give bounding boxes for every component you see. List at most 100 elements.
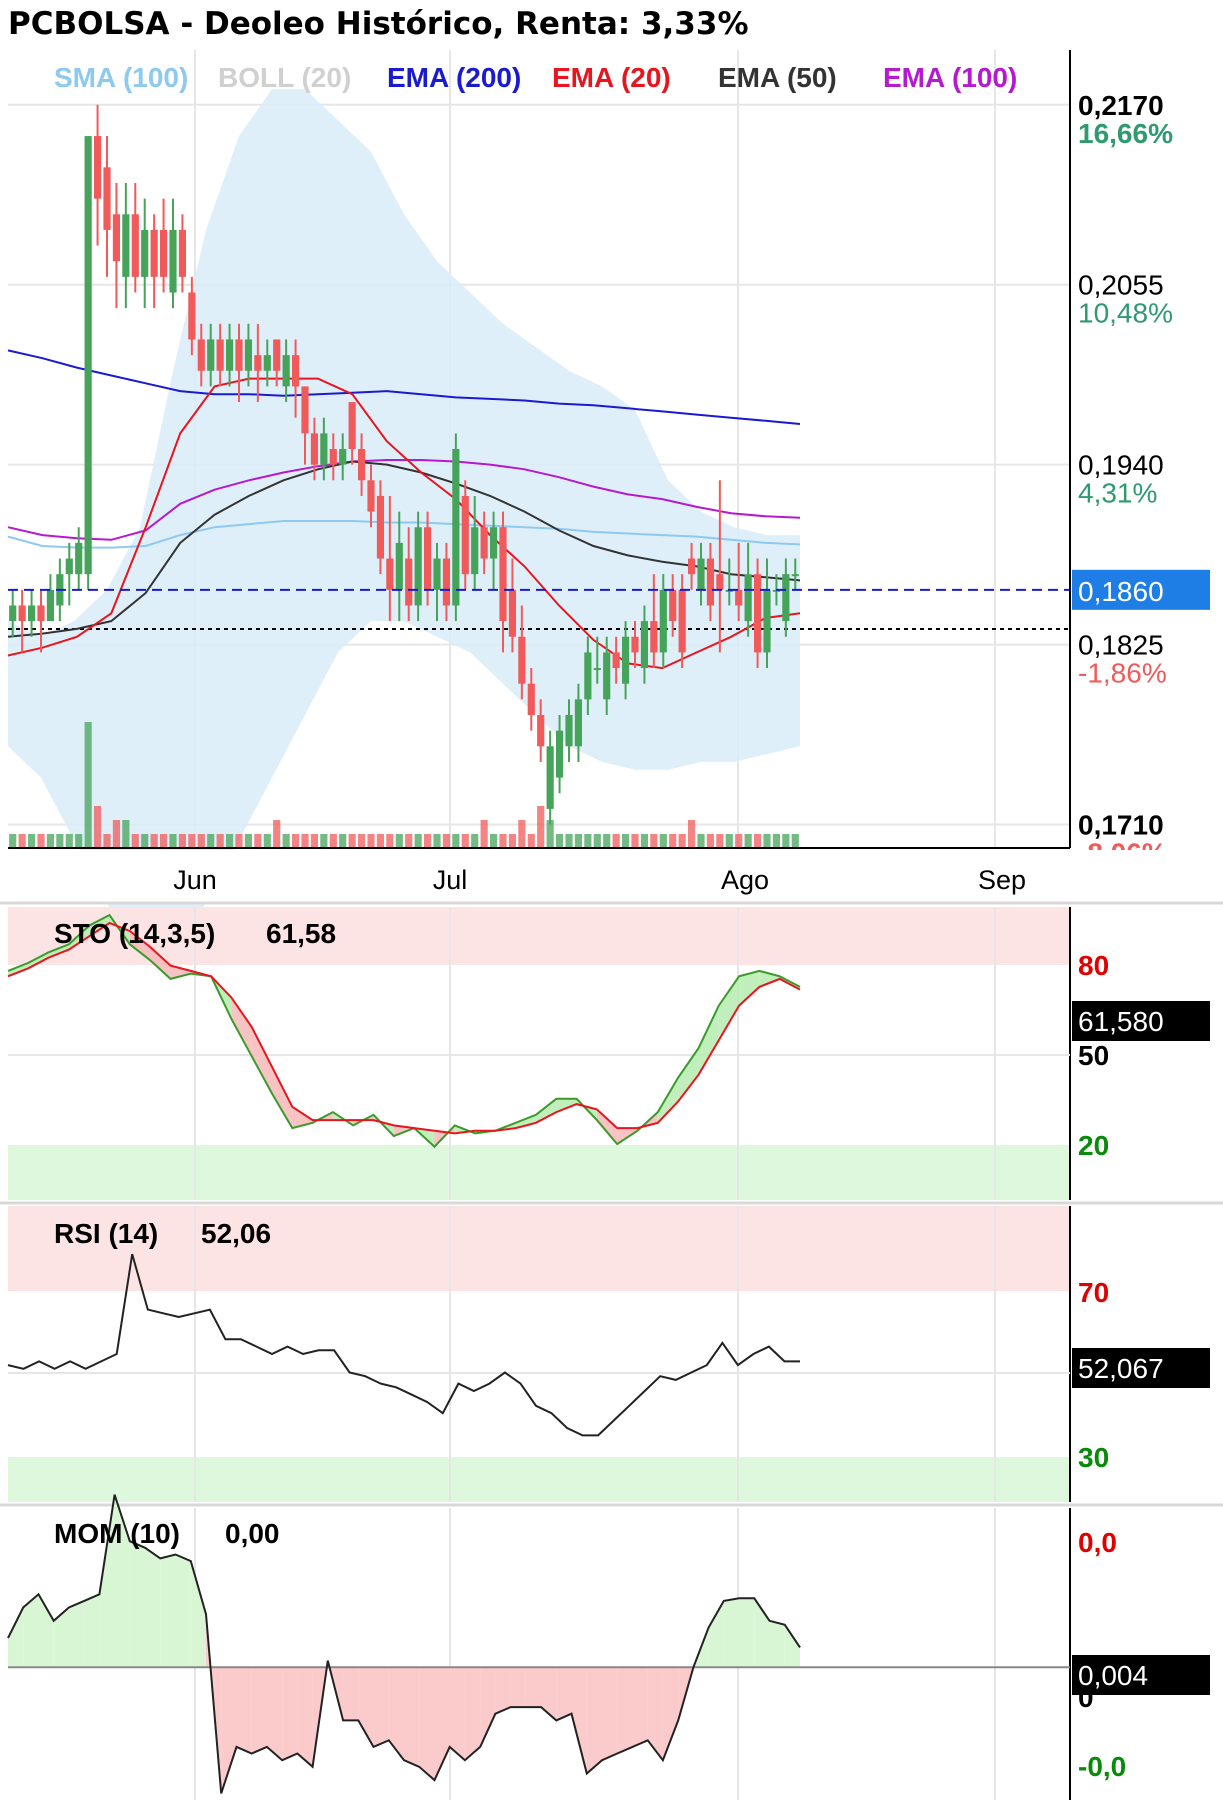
candle-body — [103, 167, 111, 230]
sto-level-80: 80 — [1078, 950, 1109, 981]
sto-label: STO (14,3,5) — [54, 918, 215, 949]
volume-bar — [150, 834, 158, 848]
volume-bar — [753, 834, 762, 848]
candle-body — [461, 495, 469, 575]
mom-fill-segment — [602, 1667, 618, 1761]
volume-bar — [131, 834, 139, 848]
candle-body — [339, 449, 347, 465]
candle-body — [122, 214, 130, 277]
price-axis-percent: 16,66% — [1078, 118, 1173, 149]
candle-body — [555, 730, 564, 778]
candle-body — [235, 339, 243, 371]
volume-bar — [376, 834, 385, 848]
volume-bar — [744, 834, 752, 848]
volume-bar — [18, 834, 26, 848]
candle-body — [744, 574, 752, 622]
candle-body — [546, 746, 554, 809]
mom-fill-segment — [662, 1667, 679, 1761]
candle-body — [669, 589, 677, 622]
mom-fill-segment — [282, 1667, 298, 1761]
candle-body — [310, 433, 319, 465]
candle-body — [216, 339, 224, 371]
volume-bar — [282, 834, 290, 848]
volume-bar — [56, 834, 64, 848]
candle-body — [489, 527, 498, 559]
candle-body — [584, 652, 592, 700]
mom-fill-segment — [510, 1667, 526, 1708]
volume-bar — [433, 834, 441, 848]
candle-body — [612, 652, 620, 669]
candle-body — [282, 355, 290, 387]
volume-bar — [103, 834, 111, 848]
candle-body — [348, 402, 356, 449]
volume-bar — [329, 834, 337, 848]
candle-body — [320, 433, 328, 465]
candle-body — [697, 558, 705, 590]
mom-fill-segment — [419, 1667, 435, 1781]
candle-body — [263, 355, 271, 371]
mom-fill-segment — [8, 1607, 24, 1668]
mom-fill-segment — [373, 1667, 389, 1747]
candle-body — [65, 558, 73, 575]
candle-body — [763, 589, 771, 653]
volume-bar — [499, 834, 507, 848]
volume-bar — [65, 834, 73, 848]
candle-body — [37, 605, 45, 622]
mom-level-top: 0,0 — [1078, 1527, 1117, 1558]
price-axis-percent: 4,31% — [1078, 478, 1157, 509]
volume-bar — [93, 806, 102, 848]
volume-bar — [489, 834, 498, 848]
volume-bar — [320, 834, 328, 848]
mom-label: MOM (10) — [54, 1518, 180, 1549]
candle-body — [188, 292, 196, 340]
candle-body — [84, 136, 92, 575]
volume-bar — [687, 820, 696, 848]
mom-fill-segment — [251, 1667, 267, 1754]
candle-body — [678, 589, 686, 653]
volume-bar — [442, 834, 451, 848]
legend-item: EMA (20) — [552, 62, 671, 93]
volume-bar — [650, 834, 658, 848]
candle-body — [640, 621, 649, 669]
mom-fill-segment — [632, 1667, 648, 1747]
volume-bar — [640, 834, 649, 848]
volume-bar — [141, 834, 149, 848]
volume-bar — [518, 820, 526, 848]
mom-level-bottom: -0,0 — [1078, 1751, 1126, 1782]
mom-fill-segment — [266, 1667, 283, 1761]
volume-bar — [244, 834, 253, 848]
candle-body — [574, 699, 583, 747]
chart-stage: PCBOLSA - Deoleo Histórico, Renta: 3,33%… — [0, 0, 1223, 1808]
price-axis-label: 0,2170 — [1078, 90, 1164, 121]
sto-level-20: 20 — [1078, 1130, 1109, 1161]
mom-fill-segment — [495, 1667, 511, 1714]
candle-body — [508, 589, 517, 637]
volume-bar — [603, 834, 611, 848]
volume-bar — [291, 834, 300, 848]
candle-body — [423, 527, 432, 590]
mom-fill-segment — [647, 1667, 663, 1761]
volume-bar — [452, 834, 460, 848]
volume-bar — [725, 834, 733, 848]
rsi-value: 52,06 — [201, 1218, 271, 1249]
mom-fill-segment — [541, 1667, 557, 1721]
mom-fill-segment — [236, 1667, 252, 1754]
volume-bar — [178, 834, 187, 848]
price-axis-label: 0,1710 — [1078, 810, 1164, 841]
candle-body — [782, 574, 790, 622]
rsi-oversold-zone — [8, 1457, 1070, 1502]
mom-value: 0,00 — [225, 1518, 280, 1549]
month-label: Sep — [978, 865, 1026, 895]
price-axis-percent: 10,48% — [1078, 298, 1173, 329]
candle-body — [414, 527, 422, 606]
candle-body — [386, 558, 394, 590]
candle-body — [499, 527, 507, 622]
candle-body — [527, 683, 535, 715]
volume-bar — [735, 834, 743, 848]
rsi-label: RSI (14) — [54, 1218, 158, 1249]
volume-bar — [669, 834, 677, 848]
legend-item: SMA (100) — [54, 62, 188, 93]
volume-bar — [659, 834, 667, 848]
volume-bar — [480, 820, 488, 848]
volume-bar — [565, 834, 573, 848]
